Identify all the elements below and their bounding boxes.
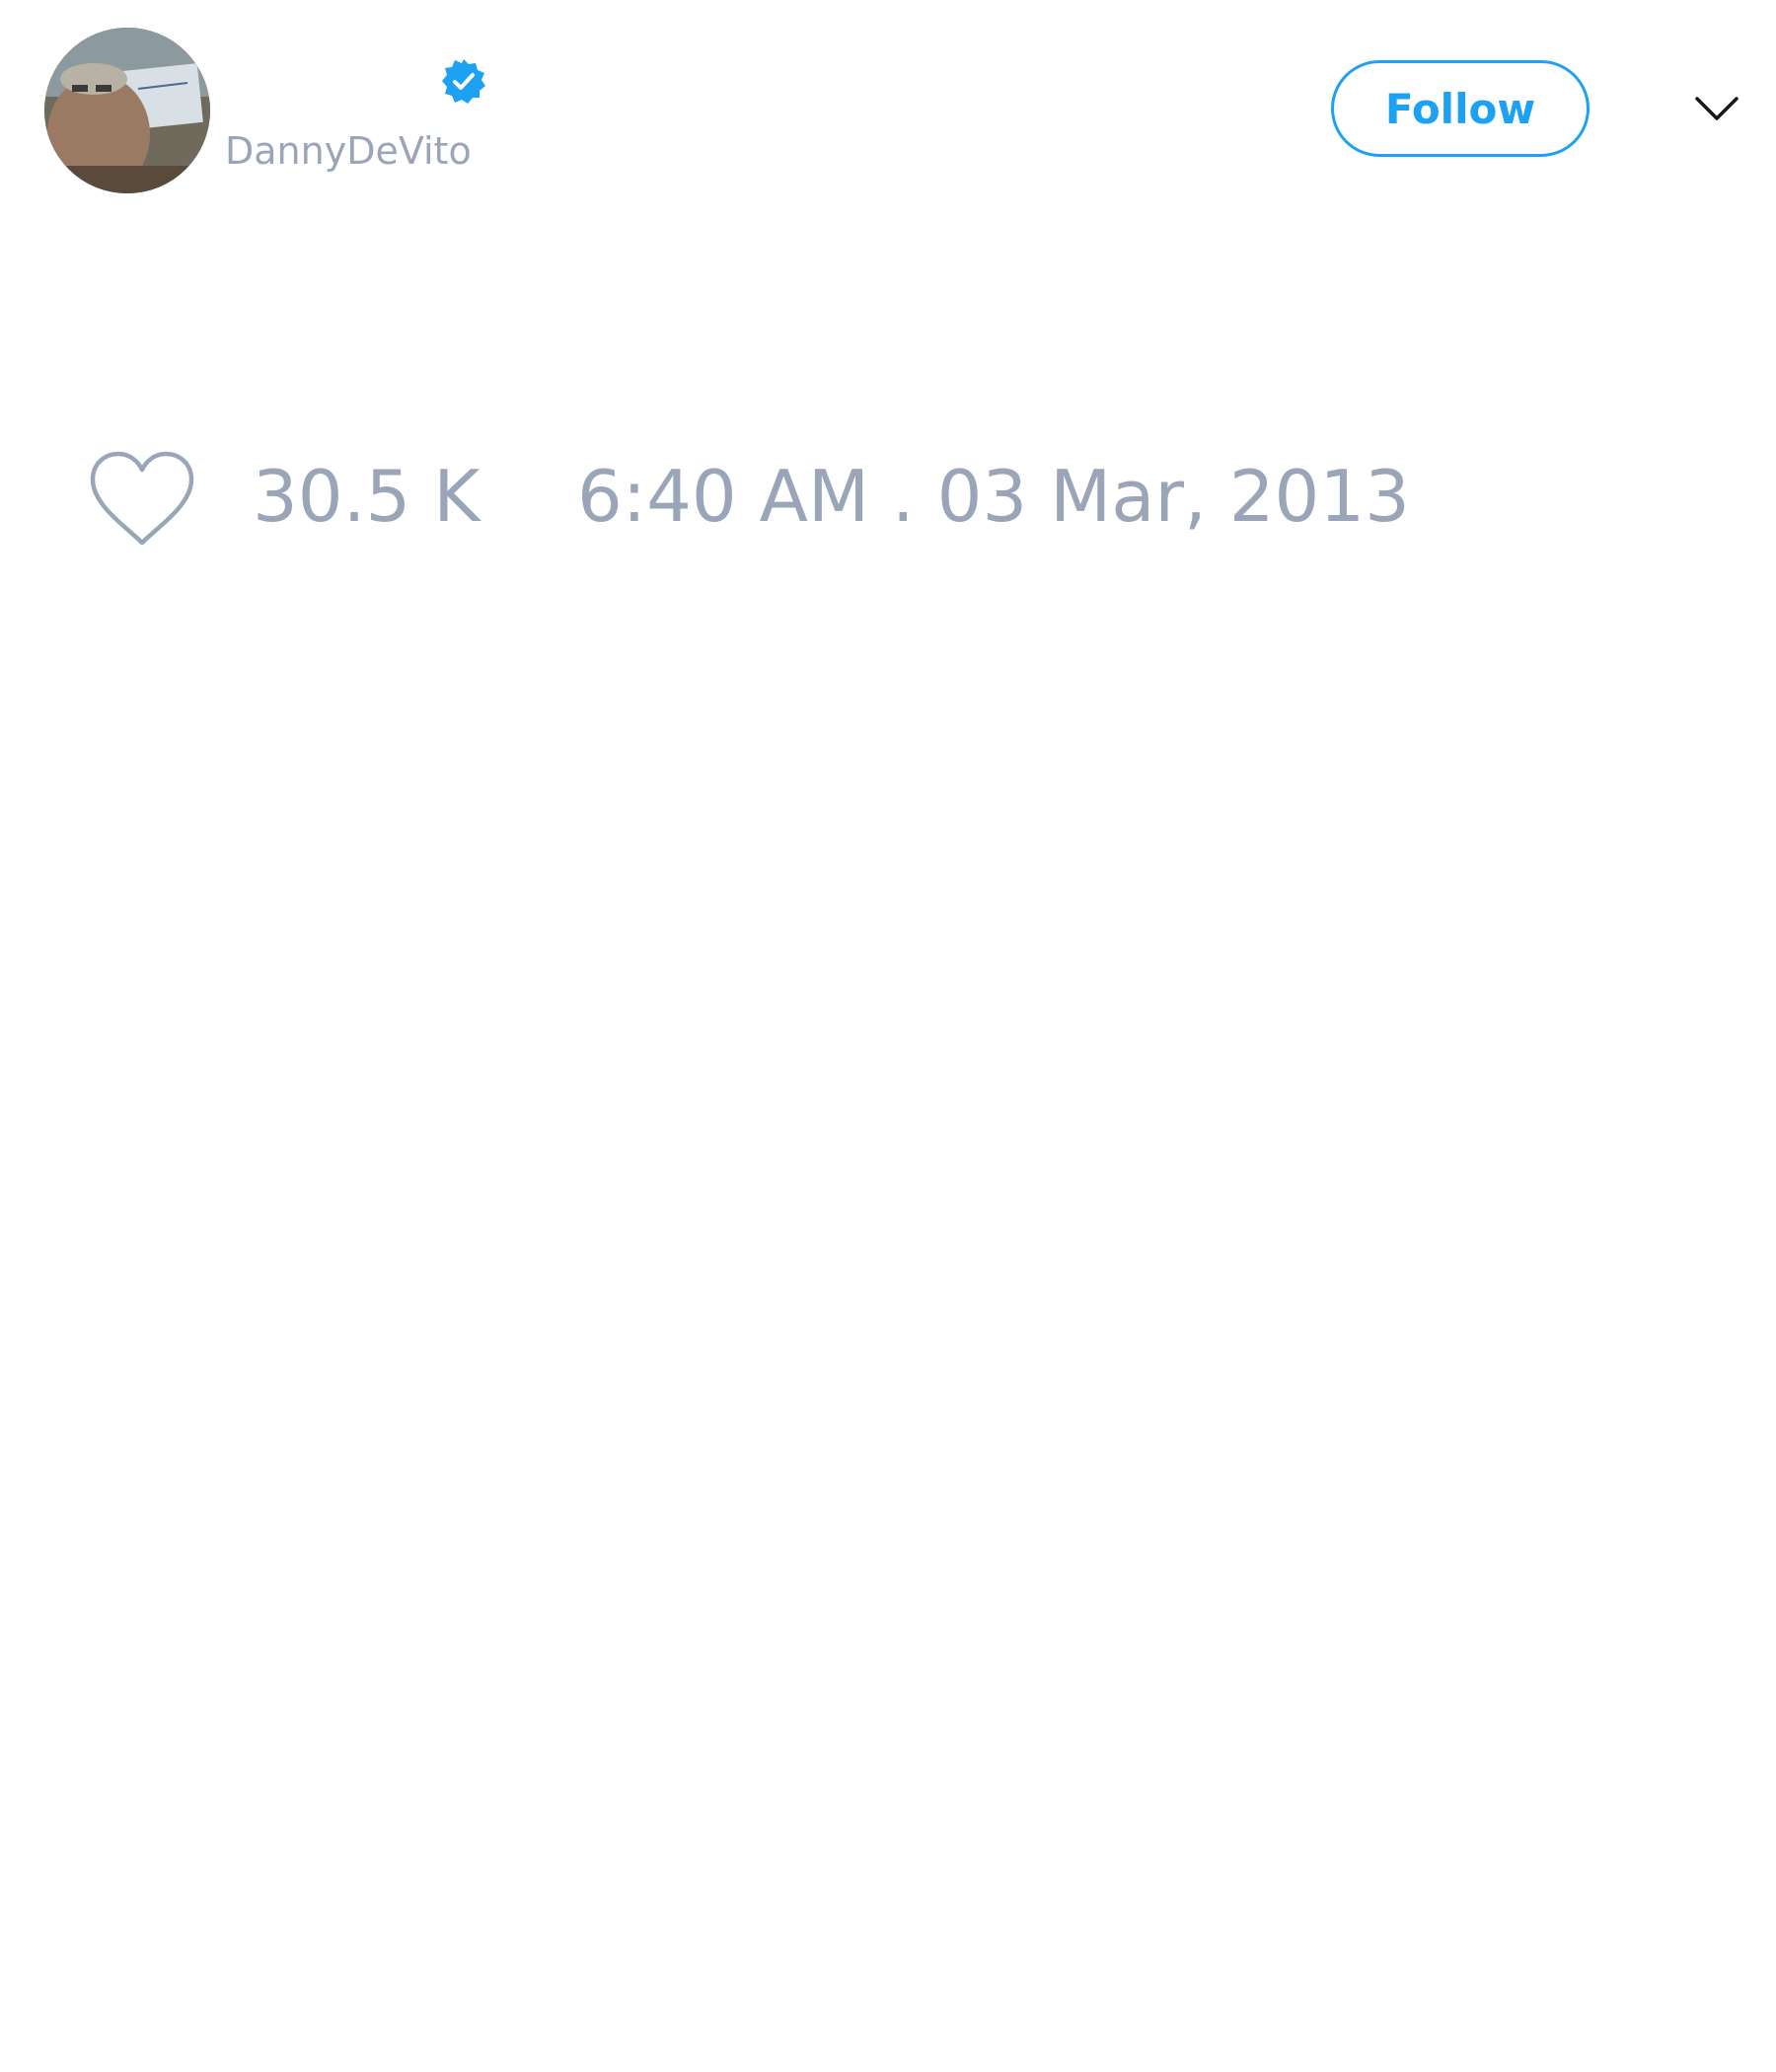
timestamp[interactable]: 6:40 AM . 03 Mar, 2013 — [577, 452, 1410, 541]
avatar-photo — [44, 28, 210, 193]
avatar[interactable] — [44, 28, 210, 193]
verified-badge-icon — [442, 59, 485, 104]
heart-outline-icon[interactable] — [87, 448, 197, 551]
tweet-header: DannyDeVito Follow — [0, 0, 1776, 227]
chevron-down-icon[interactable] — [1693, 89, 1740, 128]
follow-button[interactable]: Follow — [1331, 60, 1590, 157]
like-count: 30.5 K — [253, 455, 481, 538]
tweet-footer: 30.5 K 6:40 AM . 03 Mar, 2013 — [0, 434, 1776, 562]
username[interactable]: DannyDeVito — [225, 128, 472, 174]
